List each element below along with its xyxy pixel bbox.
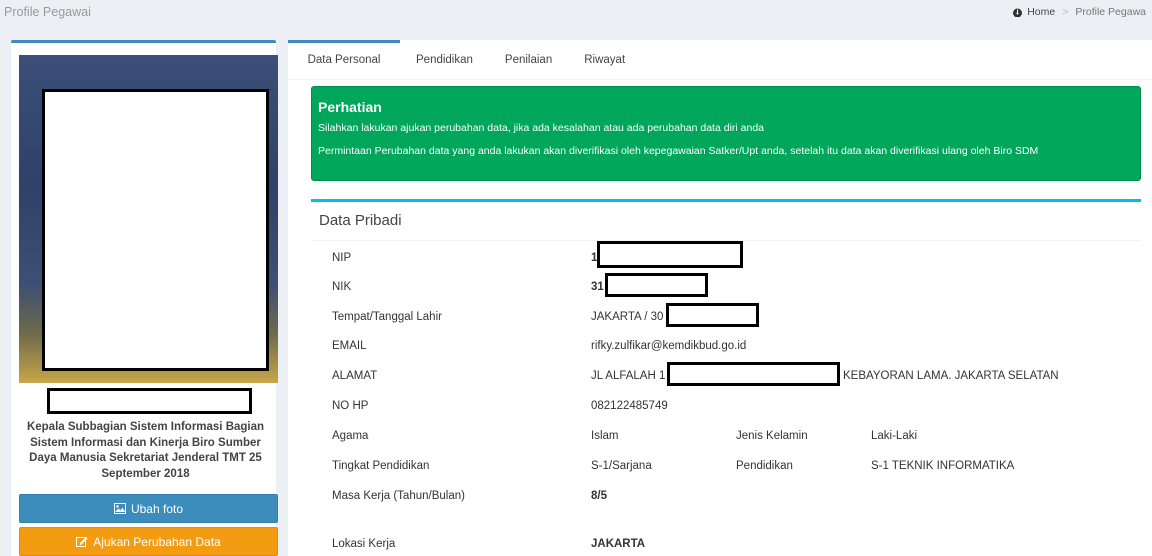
data-pribadi-title: Data Pribadi: [319, 212, 402, 229]
agama-label: Agama: [332, 430, 369, 442]
nip-redaction: [597, 241, 743, 268]
breadcrumb-home-link[interactable]: Home: [1027, 6, 1055, 18]
pendidikan-label: Pendidikan: [736, 460, 793, 472]
tab-data-personal[interactable]: Data Personal: [288, 40, 400, 80]
tab-pendidikan[interactable]: Pendidikan: [400, 40, 489, 80]
email-label: EMAIL: [332, 340, 367, 352]
photo-redaction: [42, 89, 269, 371]
alamat-label: ALAMAT: [332, 370, 378, 382]
tingkat-pendidikan-label: Tingkat Pendidikan: [332, 460, 430, 472]
nohp-label: NO HP: [332, 400, 369, 412]
nip-label: NIP: [332, 252, 352, 264]
request-change-label: Ajukan Perubahan Data: [93, 534, 221, 549]
tab-riwayat[interactable]: Riwayat: [568, 40, 641, 80]
alert-title: Perhatian: [318, 99, 382, 115]
tab-penilaian[interactable]: Penilaian: [489, 40, 568, 80]
nohp-value: 082122485749: [591, 400, 668, 412]
tingkat-pendidikan-value: S-1/Sarjana: [591, 460, 652, 472]
change-photo-button[interactable]: Ubah foto: [19, 494, 278, 523]
alamat-redaction: [667, 362, 840, 386]
lokasi-kerja-label: Lokasi Kerja: [332, 538, 396, 550]
pendidikan-value: S-1 TEKNIK INFORMATIKA: [871, 460, 1015, 472]
edit-icon: [76, 536, 88, 547]
agama-value: Islam: [591, 430, 619, 442]
dashboard-icon: [1012, 7, 1023, 17]
profile-photo: [19, 55, 278, 383]
jenis-kelamin-value: Laki-Laki: [871, 430, 918, 442]
content-header: Profile Pegawai Home > Profile Pegawa: [0, 0, 1152, 28]
profile-card: Kepala Subbagian Sistem Informasi Bagian…: [11, 40, 278, 556]
notice-alert: Perhatian Silahkan lakukan ajukan peruba…: [311, 86, 1141, 181]
nik-label: NIK: [332, 281, 352, 293]
nik-value: 31: [591, 281, 604, 293]
alert-line-1: Silahkan lakukan ajukan perubahan data, …: [318, 122, 765, 134]
breadcrumb: Home > Profile Pegawa: [1012, 6, 1146, 18]
main-panel: Data Personal Pendidikan Penilaian Riway…: [288, 40, 1152, 556]
name-redaction: [47, 388, 252, 414]
image-icon: [113, 503, 126, 514]
tab-bar: Data Personal Pendidikan Penilaian Riway…: [288, 40, 1152, 80]
data-pribadi-box: Data Pribadi NIP 1 NIK 31 Tempat/Tanggal…: [311, 199, 1141, 556]
job-title: Kepala Subbagian Sistem Informasi Bagian…: [26, 421, 265, 480]
breadcrumb-separator: >: [1062, 6, 1069, 18]
ttl-redaction: [666, 303, 759, 327]
ttl-value: JAKARTA / 30: [591, 311, 664, 323]
masa-kerja-label: Masa Kerja (Tahun/Bulan): [332, 490, 465, 502]
lokasi-kerja-value: JAKARTA: [591, 538, 646, 550]
alert-line-2: Permintaan Perubahan data yang anda laku…: [318, 145, 1039, 157]
change-photo-label: Ubah foto: [130, 501, 184, 516]
nik-redaction: [605, 273, 708, 297]
masa-kerja-value: 8/5: [591, 490, 607, 502]
alamat-value: JL ALFALAH 1: [591, 370, 666, 382]
ttl-label: Tempat/Tanggal Lahir: [332, 311, 442, 323]
jenis-kelamin-label: Jenis Kelamin: [736, 430, 808, 442]
breadcrumb-current: Profile Pegawa: [1075, 6, 1146, 18]
alamat-value-tail: KEBAYORAN LAMA. JAKARTA SELATAN: [843, 370, 1059, 382]
email-value: rifky.zulfikar@kemdikbud.go.id: [591, 340, 747, 352]
page-title: Profile Pegawai: [4, 5, 91, 19]
request-change-button[interactable]: Ajukan Perubahan Data: [19, 527, 278, 556]
